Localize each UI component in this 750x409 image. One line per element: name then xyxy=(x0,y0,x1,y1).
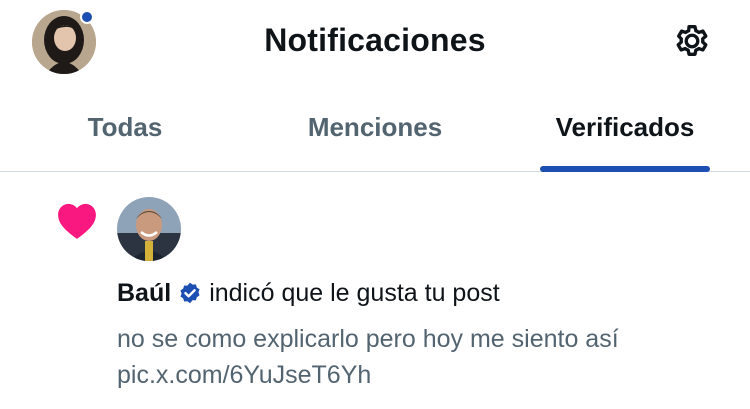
action-text: indicó que le gusta tu post xyxy=(209,279,500,307)
heart-icon xyxy=(58,203,96,239)
page-title: Notificaciones xyxy=(264,22,486,58)
post-preview: no se como explicarlo pero hoy me siento… xyxy=(117,321,737,393)
notification-tabs: Todas Menciones Verificados xyxy=(0,84,750,172)
tab-todas[interactable]: Todas xyxy=(0,84,250,171)
gear-icon xyxy=(676,24,708,56)
post-link[interactable]: pic.x.com/6YuJseT6Yh xyxy=(117,357,737,393)
post-text: no se como explicarlo pero hoy me siento… xyxy=(117,325,619,353)
tab-menciones[interactable]: Menciones xyxy=(250,84,500,171)
tab-label: Todas xyxy=(87,112,163,142)
verified-badge-icon xyxy=(180,282,200,303)
top-bar: Notificaciones xyxy=(0,0,750,84)
tab-indicator xyxy=(540,166,710,172)
tab-label: Verificados xyxy=(555,112,695,142)
notification-summary: Baúl indicó que le gusta tu post xyxy=(117,279,500,308)
notification-item[interactable]: Baúl indicó que le gusta tu post no se c… xyxy=(0,173,750,409)
tab-label: Menciones xyxy=(307,112,443,142)
actor-name[interactable]: Baúl xyxy=(117,279,171,308)
actor-avatar[interactable] xyxy=(117,197,181,261)
tab-verificados[interactable]: Verificados xyxy=(500,84,750,172)
settings-button[interactable] xyxy=(669,18,715,64)
